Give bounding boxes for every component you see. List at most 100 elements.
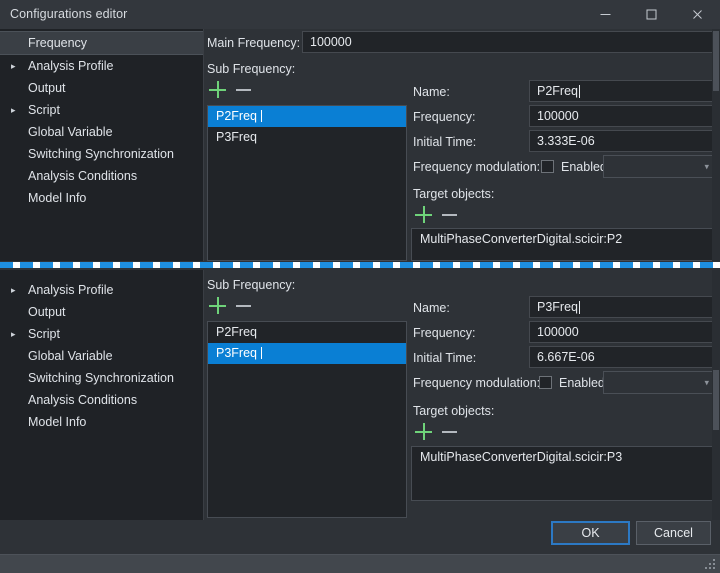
chevron-right-icon: ▸ xyxy=(11,285,16,295)
target-objects-remove-icon[interactable] xyxy=(441,423,458,440)
sidebar-item-label: Switching Synchronization xyxy=(28,147,174,161)
frequency-modulation-dropdown[interactable]: ▾ xyxy=(603,155,717,178)
top-content-pane: Main Frequency: 100000 Sub Frequency: P2… xyxy=(204,29,720,261)
frequency-modulation-checkbox[interactable] xyxy=(541,160,554,173)
initial-time-input[interactable]: 6.667E-06 xyxy=(529,346,717,368)
frequency-value: 100000 xyxy=(537,324,579,339)
sidebar-item-global-variable[interactable]: Global Variable xyxy=(0,121,203,143)
main-frequency-input[interactable]: 100000 xyxy=(302,31,717,53)
resize-grip-icon[interactable] xyxy=(705,559,715,569)
sub-frequency-label: Sub Frequency: xyxy=(207,62,296,76)
sidebar-item-model-info[interactable]: Model Info xyxy=(0,411,203,433)
sidebar-item-switching-synchronization[interactable]: Switching Synchronization xyxy=(0,143,203,165)
window-controls xyxy=(582,0,720,29)
sidebar-item-output[interactable]: Output xyxy=(0,301,203,323)
initial-time-input[interactable]: 3.333E-06 xyxy=(529,130,717,152)
name-label: Name: xyxy=(413,301,450,315)
sidebar-item-script[interactable]: ▸ Script xyxy=(0,323,203,345)
main-frequency-label: Main Frequency: xyxy=(207,36,301,50)
sidebar-item-script[interactable]: ▸ Script xyxy=(0,99,203,121)
title-bar: Configurations editor xyxy=(0,0,720,30)
chevron-right-icon: ▸ xyxy=(11,61,16,71)
sidebar-item-label: Output xyxy=(28,81,66,95)
sidebar-item-label: Script xyxy=(28,327,60,341)
name-input[interactable]: P2Freq xyxy=(529,80,717,102)
list-item[interactable]: MultiPhaseConverterDigital.scicir:P2 xyxy=(412,229,716,250)
main-frequency-value: 100000 xyxy=(310,34,352,49)
frequency-input[interactable]: 100000 xyxy=(529,321,717,343)
list-item[interactable]: P3Freq xyxy=(208,343,406,364)
chevron-down-icon: ▾ xyxy=(704,377,709,387)
sidebar-item-analysis-conditions[interactable]: Analysis Conditions xyxy=(0,165,203,187)
target-objects-list[interactable]: MultiPhaseConverterDigital.scicir:P2 xyxy=(411,228,717,261)
bottom-vertical-scrollbar[interactable] xyxy=(712,270,720,520)
sub-frequency-add-icon[interactable] xyxy=(209,81,226,98)
sidebar-item-label: Global Variable xyxy=(28,125,113,139)
name-label: Name: xyxy=(413,85,450,99)
sub-frequency-remove-icon[interactable] xyxy=(235,297,252,314)
chevron-right-icon: ▸ xyxy=(11,105,16,115)
scrollbar-thumb[interactable] xyxy=(713,370,719,430)
sub-frequency-list[interactable]: P2Freq P3Freq xyxy=(207,105,407,261)
screenshot-stitch-separator xyxy=(0,262,720,268)
configurations-editor-window: Configurations editor Frequency ▸ Analys… xyxy=(0,0,720,573)
name-value: P2Freq xyxy=(537,83,578,98)
sub-frequency-add-icon[interactable] xyxy=(209,297,226,314)
sub-frequency-toolbar xyxy=(209,81,252,98)
frequency-modulation-label: Frequency modulation: xyxy=(413,160,541,174)
name-input[interactable]: P3Freq xyxy=(529,296,717,318)
ok-button-label: OK xyxy=(581,526,600,540)
top-sidebar[interactable]: Frequency ▸ Analysis Profile Output ▸ Sc… xyxy=(0,29,204,261)
sidebar-item-label: Analysis Conditions xyxy=(28,169,138,183)
target-objects-toolbar xyxy=(415,206,458,223)
sub-frequency-remove-icon[interactable] xyxy=(235,81,252,98)
list-item[interactable]: P2Freq xyxy=(208,322,406,343)
frequency-modulation-label: Frequency modulation: xyxy=(413,376,541,390)
frequency-input[interactable]: 100000 xyxy=(529,105,717,127)
list-item-label: MultiPhaseConverterDigital.scicir:P2 xyxy=(420,232,623,246)
frequency-modulation-checkbox[interactable] xyxy=(539,376,552,389)
sidebar-item-switching-synchronization[interactable]: Switching Synchronization xyxy=(0,367,203,389)
top-vertical-scrollbar[interactable] xyxy=(712,29,720,261)
ok-button[interactable]: OK xyxy=(551,521,630,545)
target-objects-list[interactable]: MultiPhaseConverterDigital.scicir:P3 xyxy=(411,446,717,501)
sidebar-item-label: Model Info xyxy=(28,415,87,429)
sidebar-item-model-info[interactable]: Model Info xyxy=(0,187,203,209)
sidebar-item-label: Switching Synchronization xyxy=(28,371,174,385)
sidebar-item-global-variable[interactable]: Global Variable xyxy=(0,345,203,367)
target-objects-add-icon[interactable] xyxy=(415,206,432,223)
close-icon[interactable] xyxy=(674,0,720,29)
frequency-modulation-dropdown[interactable]: ▾ xyxy=(603,371,717,394)
frequency-modulation-enabled-label: Enabled xyxy=(559,376,605,390)
sidebar-item-analysis-profile[interactable]: ▸ Analysis Profile xyxy=(0,279,203,301)
scrollbar-thumb[interactable] xyxy=(713,31,719,91)
bottom-sidebar[interactable]: ▸ Analysis Profile Output ▸ Script Globa… xyxy=(0,270,204,520)
initial-time-label: Initial Time: xyxy=(413,351,477,365)
sidebar-item-label: Analysis Profile xyxy=(28,59,114,73)
sidebar-item-analysis-profile[interactable]: ▸ Analysis Profile xyxy=(0,55,203,77)
sidebar-item-analysis-conditions[interactable]: Analysis Conditions xyxy=(0,389,203,411)
initial-time-value: 3.333E-06 xyxy=(537,133,595,148)
list-item[interactable]: P3Freq xyxy=(208,127,406,148)
name-value: P3Freq xyxy=(537,299,578,314)
sub-frequency-list[interactable]: P2Freq P3Freq xyxy=(207,321,407,518)
frequency-value: 100000 xyxy=(537,108,579,123)
initial-time-label: Initial Time: xyxy=(413,135,477,149)
target-objects-add-icon[interactable] xyxy=(415,423,432,440)
minimize-icon[interactable] xyxy=(582,0,628,29)
maximize-icon[interactable] xyxy=(628,0,674,29)
sub-frequency-toolbar xyxy=(209,297,252,314)
status-bar xyxy=(0,554,720,573)
list-item[interactable]: MultiPhaseConverterDigital.scicir:P3 xyxy=(412,447,716,468)
chevron-right-icon: ▸ xyxy=(11,329,16,339)
target-objects-toolbar xyxy=(415,423,458,440)
target-objects-remove-icon[interactable] xyxy=(441,206,458,223)
target-objects-label: Target objects: xyxy=(413,404,495,418)
cancel-button-label: Cancel xyxy=(654,526,693,540)
list-item-label: P2Freq xyxy=(216,325,257,339)
sidebar-item-output[interactable]: Output xyxy=(0,77,203,99)
cancel-button[interactable]: Cancel xyxy=(636,521,711,545)
sidebar-item-frequency[interactable]: Frequency xyxy=(0,31,203,55)
list-item[interactable]: P2Freq xyxy=(208,106,406,127)
sidebar-item-label: Frequency xyxy=(28,36,88,50)
